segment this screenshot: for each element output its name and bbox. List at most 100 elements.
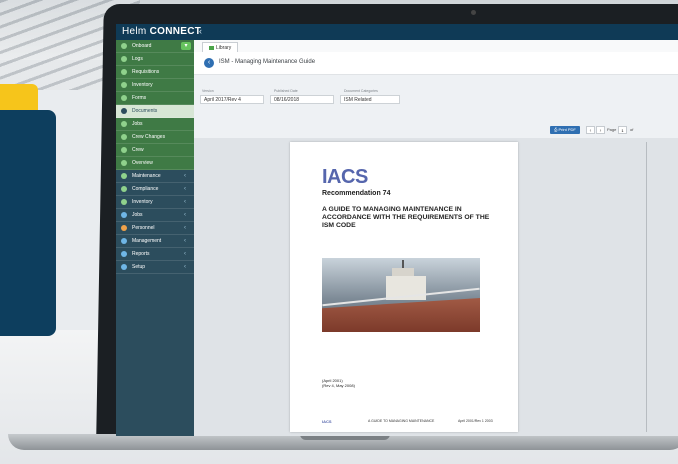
sidebar-item-label: Onboard <box>132 43 152 49</box>
chevron-left-icon: ‹ <box>184 251 186 257</box>
viewer-scrollbar[interactable] <box>646 142 647 432</box>
page-of-label: of <box>630 127 634 132</box>
next-page-button[interactable]: › <box>596 126 605 134</box>
sidebar-item-overview[interactable]: Overview <box>116 157 194 170</box>
sidebar-item-crew[interactable]: Crew <box>116 144 194 157</box>
print-pdf-button[interactable]: ⎙ Print PDF <box>550 126 580 134</box>
pdf-toolbar: ⎙ Print PDF ‹ › Page 1 of <box>194 124 678 138</box>
setup-icon <box>121 264 127 270</box>
footer-title: A GUIDE TO MANAGING MAINTENANCE <box>368 419 435 423</box>
version-field[interactable]: April 2017/Rev 4 <box>200 95 264 104</box>
overview-icon <box>121 160 127 166</box>
sidebar-item-label: Reports <box>132 251 150 257</box>
main-content: Library ‹ ISM - Managing Maintenance Gui… <box>194 40 678 436</box>
sidebar-item-label: Compliance <box>132 186 159 192</box>
decorative-navy-block <box>0 110 56 336</box>
back-button[interactable]: ‹ <box>204 58 214 68</box>
sidebar-item-label: Requisitions <box>132 69 160 75</box>
onboard-icon <box>121 43 127 49</box>
previous-page-button[interactable]: ‹ <box>586 126 595 134</box>
app-screen: Helm CONNECT ‹ Onboard ▾ Logs Requisition… <box>116 24 678 436</box>
document-title: ISM - Managing Maintenance Guide <box>219 59 316 65</box>
sidebar-item-logs[interactable]: Logs <box>116 53 194 66</box>
jobs-icon <box>121 212 127 218</box>
sidebar-item-label: Maintenance <box>132 173 161 179</box>
chevron-left-icon: ‹ <box>184 212 186 218</box>
sidebar-item-label: Overview <box>132 160 153 166</box>
onboard-toggle-icon[interactable]: ▾ <box>181 42 191 50</box>
revision-dates: (April 2001) (Rev 4, May 2008) <box>322 378 355 388</box>
pdf-viewer[interactable]: IACS Recommendation 74 A GUIDE TO MANAGI… <box>194 138 678 436</box>
pdf-page: IACS Recommendation 74 A GUIDE TO MANAGI… <box>290 142 518 432</box>
chevron-left-icon: ‹ <box>184 225 186 231</box>
sidebar-item-reports[interactable]: Reports ‹ <box>116 248 194 261</box>
personnel-icon <box>121 225 127 231</box>
sidebar-item-label: Jobs <box>132 212 143 218</box>
tab-label: Library <box>216 45 232 51</box>
collapse-sidebar-icon[interactable]: ‹ <box>199 26 202 36</box>
app-topbar: Helm CONNECT ‹ <box>116 24 678 40</box>
sidebar-item-crew-changes[interactable]: Crew Changes <box>116 131 194 144</box>
sidebar: Onboard ▾ Logs Requisitions Inventory For… <box>116 40 194 436</box>
document-categories-field[interactable]: ISM Related <box>340 95 400 104</box>
inventory-icon <box>121 199 127 205</box>
inventory-icon <box>121 82 127 88</box>
document-heading: A GUIDE TO MANAGING MAINTENANCE IN ACCOR… <box>322 206 490 229</box>
print-pdf-label: Print PDF <box>558 127 576 132</box>
maintenance-icon <box>121 173 127 179</box>
sidebar-item-label: Setup <box>132 264 146 270</box>
sidebar-item-documents[interactable]: Documents <box>116 105 194 118</box>
document-categories-label: Document Categories <box>344 89 378 93</box>
chevron-left-icon: ‹ <box>184 173 186 179</box>
sidebar-item-personnel[interactable]: Personnel ‹ <box>116 222 194 235</box>
documents-icon <box>121 108 127 114</box>
sidebar-item-label: Inventory <box>132 82 153 88</box>
chevron-left-icon: ‹ <box>184 186 186 192</box>
compliance-icon <box>121 186 127 192</box>
sidebar-item-onboard[interactable]: Onboard ▾ <box>116 40 194 53</box>
sidebar-item-label: Logs <box>132 56 143 62</box>
app-brand-name: CONNECT <box>149 26 202 37</box>
sidebar-item-maintenance[interactable]: Maintenance ‹ <box>116 170 194 183</box>
sidebar-item-label: Crew Changes <box>132 134 166 140</box>
chevron-left-icon: ‹ <box>184 199 186 205</box>
crew-icon <box>121 147 127 153</box>
ship-deck-photo <box>322 258 480 332</box>
document-header: ‹ ISM - Managing Maintenance Guide <box>194 52 678 75</box>
sidebar-item-label: Crew <box>132 147 144 153</box>
requisitions-icon <box>121 69 127 75</box>
crew-changes-icon <box>121 134 127 140</box>
sidebar-item-inventory-group[interactable]: Inventory ‹ <box>116 196 194 209</box>
sidebar-item-forms[interactable]: Forms <box>116 92 194 105</box>
sidebar-item-jobs-group[interactable]: Jobs ‹ <box>116 209 194 222</box>
page-label: Page <box>607 127 617 132</box>
sidebar-item-management[interactable]: Management ‹ <box>116 235 194 248</box>
recommendation-number: Recommendation 74 <box>322 190 391 197</box>
iacs-logo-text: IACS <box>322 166 368 188</box>
sidebar-item-label: Management <box>132 238 162 244</box>
sidebar-item-label: Jobs <box>132 121 143 127</box>
sidebar-item-compliance[interactable]: Compliance ‹ <box>116 183 194 196</box>
published-date-field[interactable]: 08/16/2018 <box>270 95 334 104</box>
sidebar-item-label: Forms <box>132 95 147 101</box>
forms-icon <box>121 95 127 101</box>
app-brand[interactable]: Helm CONNECT <box>122 26 201 37</box>
logs-icon <box>121 56 127 62</box>
version-label: Version <box>202 89 214 93</box>
footer-brand: IACS <box>322 419 332 424</box>
jobs-icon <box>121 121 127 127</box>
chevron-left-icon: ‹ <box>184 238 186 244</box>
laptop-camera <box>471 10 476 15</box>
date-line-2: (Rev 4, May 2008) <box>322 383 355 388</box>
sidebar-item-label: Documents <box>132 108 158 114</box>
sidebar-item-requisitions[interactable]: Requisitions <box>116 66 194 79</box>
reports-icon <box>121 251 127 257</box>
app-brand-prefix: Helm <box>122 26 147 37</box>
footer-date: April 2001/Rev 1 2003 <box>458 419 493 423</box>
sidebar-item-label: Personnel <box>132 225 155 231</box>
page-number-input[interactable]: 1 <box>618 126 627 134</box>
sidebar-item-jobs[interactable]: Jobs <box>116 118 194 131</box>
sidebar-item-setup[interactable]: Setup ‹ <box>116 261 194 274</box>
library-icon <box>209 45 214 50</box>
sidebar-item-inventory[interactable]: Inventory <box>116 79 194 92</box>
